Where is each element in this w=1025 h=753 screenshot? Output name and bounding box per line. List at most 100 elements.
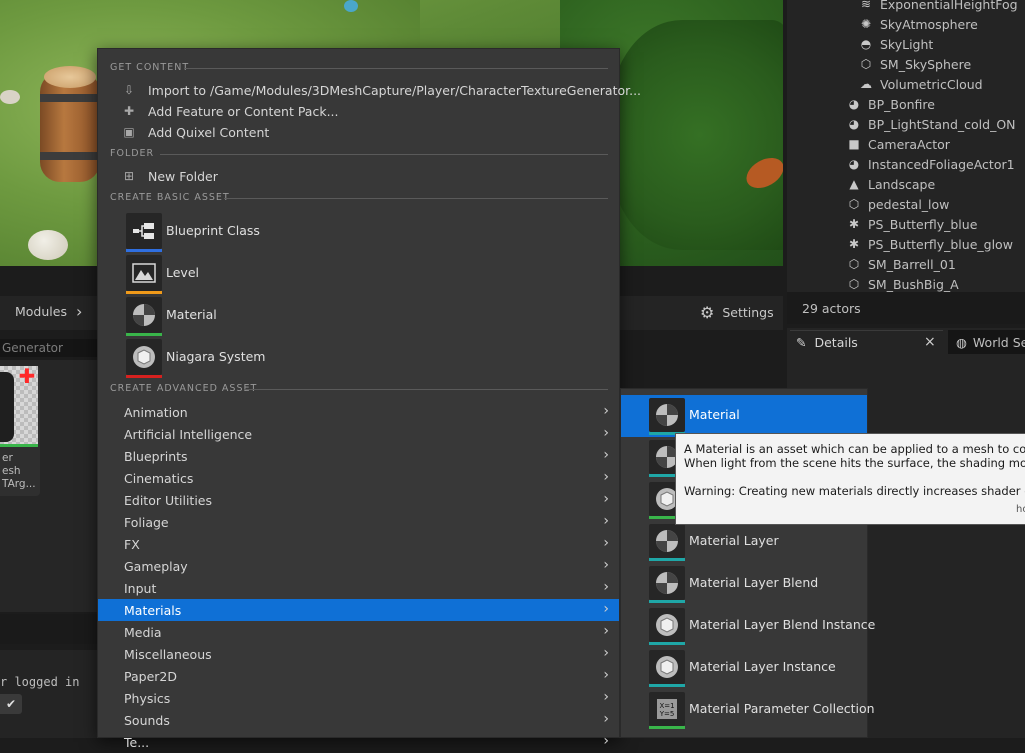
- category-label: Animation: [124, 404, 188, 420]
- chevron-right-icon[interactable]: ›: [76, 302, 82, 321]
- submenu-item[interactable]: Material Layer Blend: [621, 563, 867, 605]
- add-quixel-menu-item[interactable]: ▣ Add Quixel Content: [122, 122, 269, 142]
- material-layer-instance-icon: [649, 650, 685, 684]
- outliner-row[interactable]: ✱ PS_Butterfly_blue_glow: [846, 234, 1013, 254]
- outliner-row[interactable]: ◕ BP_LightStand_cold_ON: [846, 114, 1016, 134]
- outliner-row[interactable]: ⬡ pedestal_low: [846, 194, 950, 214]
- outliner-row-label: BP_Bonfire: [868, 96, 935, 112]
- category-paper2d[interactable]: Paper2D ›: [98, 665, 619, 687]
- submenu-item[interactable]: Material Layer Instance: [621, 647, 867, 689]
- mesh-icon: ⬡: [848, 197, 860, 211]
- category-label: Editor Utilities: [124, 492, 213, 508]
- asset-color-bar: [649, 684, 685, 687]
- outliner-row[interactable]: ⬡ SM_BushBig_A: [846, 274, 959, 292]
- close-icon[interactable]: ×: [924, 334, 936, 350]
- character-figure: [0, 372, 14, 442]
- category-te[interactable]: Te... ›: [98, 731, 619, 753]
- category-cinematics[interactable]: Cinematics ›: [98, 467, 619, 489]
- asset-label-line: esh: [2, 465, 21, 477]
- category-fx[interactable]: FX ›: [98, 533, 619, 555]
- category-media[interactable]: Media ›: [98, 621, 619, 643]
- asset-color-bar: [126, 333, 162, 336]
- category-animation[interactable]: Animation ›: [98, 401, 619, 423]
- outliner-row[interactable]: ■ CameraActor: [846, 134, 950, 154]
- actor-count: 29 actors: [787, 292, 1025, 324]
- material-label: Material: [166, 307, 217, 322]
- category-materials[interactable]: Materials ›: [98, 599, 619, 621]
- category-input[interactable]: Input ›: [98, 577, 619, 599]
- outliner-row[interactable]: ⬡ SM_SkySphere: [858, 54, 971, 74]
- section-folder: FOLDER: [110, 148, 155, 159]
- asset-color-bar: [126, 375, 162, 378]
- foliage-actor-icon: ◕: [848, 157, 860, 171]
- category-sounds[interactable]: Sounds ›: [98, 709, 619, 731]
- chevron-right-icon: ›: [603, 623, 609, 639]
- path-field[interactable]: Generator: [0, 339, 97, 357]
- tab-details[interactable]: ✎ Details ×: [790, 330, 943, 354]
- category-physics[interactable]: Physics ›: [98, 687, 619, 709]
- tab-world-settings[interactable]: ◍ World Se: [948, 330, 1025, 354]
- blueprint-class-label: Blueprint Class: [166, 223, 260, 238]
- level-label: Level: [166, 265, 199, 280]
- outliner-row[interactable]: ⬡ SM_Barrell_01: [846, 254, 956, 274]
- tab-world-settings-label: World Se: [972, 334, 1025, 350]
- add-feature-menu-item[interactable]: ✚ Add Feature or Content Pack...: [122, 101, 339, 121]
- submenu-item[interactable]: X=1 Y=5 Material Parameter Collection: [621, 689, 875, 731]
- category-blueprints[interactable]: Blueprints ›: [98, 445, 619, 467]
- submenu-item-label: Material Parameter Collection: [689, 701, 875, 716]
- new-folder-menu-item[interactable]: ⊞ New Folder: [122, 166, 218, 186]
- svg-text:Y=5: Y=5: [659, 710, 675, 718]
- submenu-item[interactable]: Material Layer Blend Instance: [621, 605, 875, 647]
- import-menu-item[interactable]: ⇩ Import to /Game/Modules/3DMeshCapture/…: [122, 80, 641, 100]
- import-label: Import to /Game/Modules/3DMeshCapture/Pl…: [148, 82, 642, 98]
- outliner-row[interactable]: ☁ VolumetricCloud: [858, 74, 983, 94]
- outliner-row-label: SM_Barrell_01: [868, 256, 956, 272]
- category-label: Physics: [124, 690, 171, 706]
- material-tooltip: A Material is an asset which can be appl…: [675, 433, 1025, 525]
- outliner-row-label: Landscape: [868, 176, 936, 192]
- category-label: Materials: [124, 602, 182, 618]
- outliner-row-label: InstancedFoliageActor1: [868, 156, 1015, 172]
- parameter-collection-icon: X=1 Y=5: [649, 692, 685, 726]
- tooltip-hint: ho: [1016, 504, 1025, 515]
- chevron-right-icon: ›: [603, 425, 609, 441]
- category-label: Blueprints: [124, 448, 188, 464]
- submenu-item[interactable]: Material: [621, 395, 867, 437]
- breadcrumb-modules[interactable]: Modules: [15, 304, 67, 319]
- material-layer-blend-instance-icon: [649, 608, 685, 642]
- category-foliage[interactable]: Foliage ›: [98, 511, 619, 533]
- outliner-row[interactable]: ✱ PS_Butterfly_blue: [846, 214, 977, 234]
- category-label: Input: [124, 580, 157, 596]
- submenu-item-label: Material Layer Blend: [689, 575, 819, 590]
- category-artificial-intelligence[interactable]: Artificial Intelligence ›: [98, 423, 619, 445]
- outliner-row[interactable]: ◕ InstancedFoliageActor1: [846, 154, 1015, 174]
- outliner-row[interactable]: ◕ BP_Bonfire: [846, 94, 935, 114]
- category-gameplay[interactable]: Gameplay ›: [98, 555, 619, 577]
- outliner-row-label: VolumetricCloud: [880, 76, 983, 92]
- outliner-row[interactable]: ▲ Landscape: [846, 174, 935, 194]
- chevron-right-icon: ›: [603, 667, 609, 683]
- category-editor-utilities[interactable]: Editor Utilities ›: [98, 489, 619, 511]
- outliner-row-label: SM_BushBig_A: [868, 276, 959, 292]
- mesh-icon: ⬡: [860, 57, 872, 71]
- chevron-right-icon: ›: [603, 579, 609, 595]
- content-pack-icon: ✚: [123, 104, 135, 118]
- material-layer-icon: [649, 524, 685, 558]
- material-icon: [649, 398, 685, 432]
- mesh-icon: ⬡: [848, 257, 860, 271]
- chevron-right-icon: ›: [603, 711, 609, 727]
- landscape-icon: ▲: [849, 177, 859, 191]
- category-label: Media: [124, 624, 162, 640]
- outliner-row[interactable]: ≋ ExponentialHeightFog: [858, 0, 1018, 14]
- mesh-icon: ⬡: [848, 277, 860, 291]
- tooltip-line: A Material is an asset which can be appl…: [684, 442, 1025, 456]
- svg-text:X=1: X=1: [659, 702, 674, 710]
- category-miscellaneous[interactable]: Miscellaneous ›: [98, 643, 619, 665]
- chevron-right-icon: ›: [603, 601, 609, 617]
- settings-button[interactable]: ⚙ Settings: [700, 303, 774, 322]
- check-icon[interactable]: ✔: [0, 694, 22, 714]
- divider: [224, 198, 608, 199]
- submenu-item[interactable]: Material Layer: [621, 521, 867, 563]
- outliner-row[interactable]: ◓ SkyLight: [858, 34, 934, 54]
- outliner-row[interactable]: ✺ SkyAtmosphere: [858, 14, 978, 34]
